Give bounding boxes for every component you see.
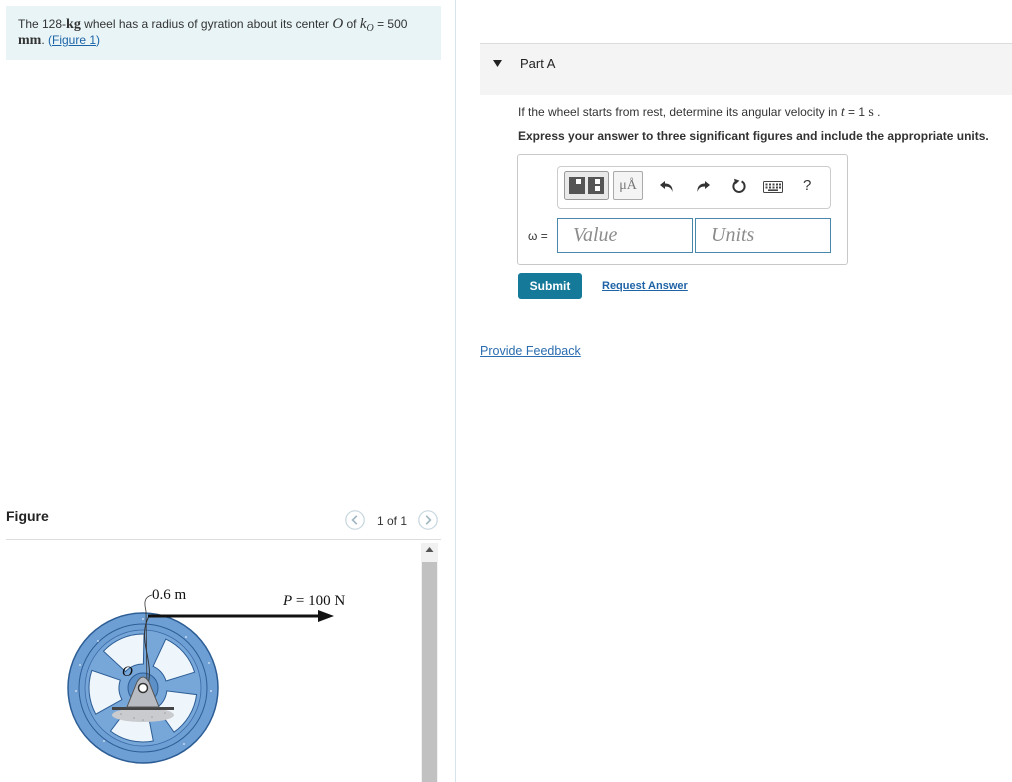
answer-instruction: Express your answer to three significant… (518, 129, 989, 143)
undo-icon[interactable] (659, 178, 675, 194)
force-value: = 100 N (292, 593, 345, 609)
units-input[interactable] (695, 218, 831, 253)
reset-icon[interactable] (731, 178, 747, 194)
question-body: If the wheel starts from rest, determine… (518, 105, 841, 119)
problem-text: of (343, 17, 360, 31)
problem-line-1: The 128-kg wheel has a radius of gyratio… (18, 16, 441, 34)
keyboard-icon[interactable] (763, 181, 783, 193)
prev-figure-button[interactable] (345, 510, 365, 530)
paren-close: ) (96, 33, 101, 47)
center-symbol: O (332, 16, 344, 32)
request-answer-link[interactable]: Request Answer (602, 279, 688, 293)
submit-button[interactable]: Submit (518, 273, 582, 299)
force-symbol: P (282, 593, 292, 609)
radius-label: 0.6 m (152, 587, 187, 603)
gyration-value: = 500 (373, 17, 408, 31)
figure-scrollbar[interactable] (421, 543, 438, 782)
center-label: O (122, 664, 133, 680)
answer-label: ω = (528, 229, 548, 243)
part-a-header[interactable] (480, 44, 1012, 95)
problem-text: wheel has a radius of gyration about its… (80, 17, 333, 31)
force-arrowhead (318, 610, 334, 622)
pane-divider (455, 0, 456, 782)
length-unit: mm (18, 33, 42, 48)
value-input[interactable] (557, 218, 693, 253)
figure-divider (6, 539, 441, 540)
problem-text: . (41, 33, 48, 47)
wheel-figure: 0.6 m P = 100 N O (67, 587, 345, 764)
scrollbar-thumb[interactable] (422, 562, 437, 782)
mass-unit: kg (66, 17, 81, 32)
problem-statement: The 128-kg wheel has a radius of gyratio… (6, 6, 441, 60)
problem-line-2: mm. (Figure 1) (18, 32, 441, 48)
time-value: = 1 (844, 105, 869, 119)
templates-icon[interactable] (564, 171, 609, 200)
figure-pager: 1 of 1 (377, 514, 408, 528)
gyration-subscript: O (366, 23, 374, 34)
chevron-left-icon (345, 510, 365, 530)
gyration-symbol: k (359, 16, 367, 32)
question-text: If the wheel starts from rest, determine… (518, 104, 881, 121)
next-figure-button[interactable] (418, 510, 438, 530)
scroll-up-icon[interactable] (425, 546, 434, 553)
redo-icon[interactable] (695, 178, 711, 194)
question-end: . (873, 105, 881, 119)
figure-title: Figure (6, 508, 49, 524)
figure-link[interactable]: Figure 1 (52, 33, 96, 47)
pivot-pin (137, 682, 149, 694)
units-button[interactable]: μÅ (613, 171, 643, 200)
problem-text: The 128- (18, 17, 67, 31)
caret-down-icon[interactable] (493, 60, 502, 67)
force-label: P = 100 N (282, 593, 345, 609)
help-button[interactable]: ? (803, 177, 811, 195)
part-title: Part A (520, 56, 556, 71)
chevron-right-icon (418, 510, 438, 530)
provide-feedback-link[interactable]: Provide Feedback (480, 343, 581, 359)
